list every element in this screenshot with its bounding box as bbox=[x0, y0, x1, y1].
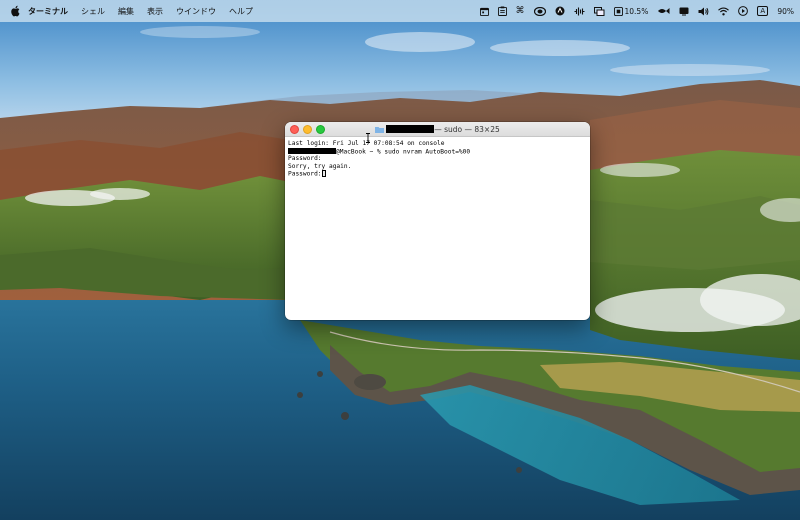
menu-bar: ターミナル シェル 編集 表示 ウインドウ ヘルプ ⌘ 10.5% A 90% bbox=[0, 0, 800, 22]
window-titlebar[interactable]: — sudo — 83×25 bbox=[285, 122, 590, 137]
terminal-window[interactable]: — sudo — 83×25 Last login: Fri Jul 17 07… bbox=[285, 122, 590, 320]
wifi-icon[interactable] bbox=[718, 7, 730, 16]
battery-percentage[interactable]: 90% bbox=[777, 7, 794, 16]
password-prompt-text: Password: bbox=[288, 170, 322, 178]
app-circle-icon[interactable] bbox=[555, 6, 565, 16]
creative-cloud-icon[interactable] bbox=[533, 6, 546, 16]
redacted-username bbox=[386, 125, 435, 133]
input-source-icon[interactable]: A bbox=[757, 6, 769, 16]
play-icon[interactable] bbox=[738, 6, 749, 16]
folder-icon bbox=[375, 126, 385, 133]
menu-edit[interactable]: 編集 bbox=[118, 6, 134, 17]
traffic-lights bbox=[290, 125, 329, 134]
fish-icon[interactable] bbox=[657, 7, 670, 15]
command-text: @MacBook ~ % sudo nvram AutoBoot=%00 bbox=[336, 148, 471, 155]
terminal-output[interactable]: Last login: Fri Jul 17 07:08:54 on conso… bbox=[285, 137, 590, 181]
audio-wave-icon[interactable] bbox=[574, 7, 585, 16]
cpu-monitor-icon[interactable] bbox=[613, 6, 623, 16]
display-icon[interactable] bbox=[679, 7, 689, 16]
password-input-line[interactable]: Password: bbox=[288, 170, 587, 178]
minimize-window-button[interactable] bbox=[303, 125, 312, 134]
maximize-window-button[interactable] bbox=[316, 125, 325, 134]
error-line: Sorry, try again. bbox=[288, 162, 352, 170]
cpu-usage-text[interactable]: 10.5% bbox=[625, 7, 649, 16]
window-overlay-icon[interactable] bbox=[593, 6, 605, 16]
menu-window[interactable]: ウインドウ bbox=[176, 6, 216, 17]
password-prompt-line: Password: bbox=[288, 155, 322, 162]
mouse-ibeam-cursor-icon bbox=[366, 133, 370, 143]
calendar-icon[interactable] bbox=[479, 7, 489, 16]
menu-help[interactable]: ヘルプ bbox=[229, 6, 253, 17]
menu-shell[interactable]: シェル bbox=[81, 6, 105, 17]
menu-view[interactable]: 表示 bbox=[147, 6, 163, 17]
window-title: — sudo — 83×25 bbox=[375, 125, 500, 134]
volume-icon[interactable] bbox=[698, 7, 709, 16]
redacted-user-prompt bbox=[288, 147, 336, 154]
app-menu-terminal[interactable]: ターミナル bbox=[28, 6, 68, 17]
close-window-button[interactable] bbox=[290, 125, 299, 134]
status-area: ⌘ 10.5% A 90% bbox=[471, 6, 794, 16]
command-line: @MacBook ~ % sudo nvram AutoBoot=%00 bbox=[288, 147, 587, 155]
text-cursor bbox=[321, 170, 326, 177]
command-icon[interactable]: ⌘ bbox=[516, 6, 525, 16]
clipboard-icon[interactable] bbox=[497, 6, 507, 16]
last-login-line: Last login: Fri Jul 17 07:08:54 on conso… bbox=[288, 140, 445, 147]
apple-logo-icon[interactable] bbox=[10, 5, 20, 17]
window-title-text: — sudo — 83×25 bbox=[434, 124, 500, 134]
